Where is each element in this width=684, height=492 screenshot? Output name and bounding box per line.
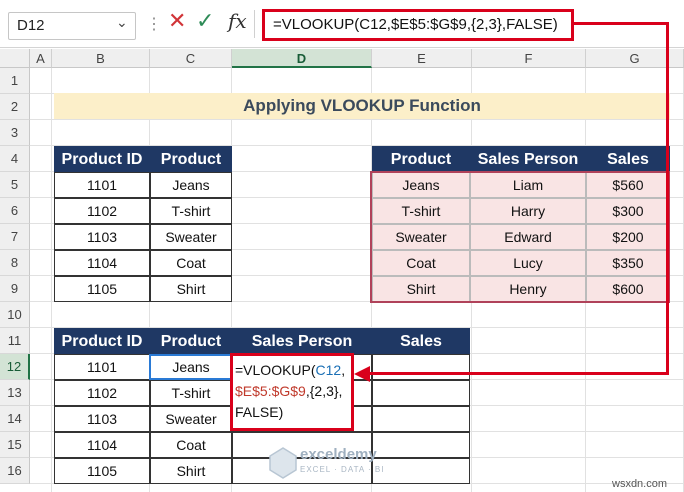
column-header-e[interactable]: E (372, 49, 472, 68)
row-header-10[interactable]: 10 (0, 302, 30, 328)
more-dots-icon: ⋮ (146, 16, 162, 33)
insert-function-icon[interactable]: fx (228, 9, 247, 33)
product-table-cell[interactable]: 1102 (54, 198, 150, 224)
row-header-13[interactable]: 13 (0, 380, 30, 406)
result-table-cell[interactable]: 1104 (54, 432, 150, 458)
row-header-3[interactable]: 3 (0, 120, 30, 146)
sales-lookup-table-header: Sales (586, 146, 670, 172)
result-table-cell[interactable]: 1102 (54, 380, 150, 406)
column-header-f[interactable]: F (472, 49, 586, 68)
enter-check-icon[interactable]: ✓ (196, 8, 214, 34)
product-table-header: Product ID (54, 146, 150, 172)
formula-input[interactable]: =VLOOKUP(C12,$E$5:$G$9,{2,3},FALSE) (262, 9, 574, 41)
arrow-line-top (574, 22, 669, 25)
result-table-header: Product ID (54, 328, 150, 354)
product-table-cell[interactable]: Jeans (150, 172, 232, 198)
product-table-cell[interactable]: 1104 (54, 250, 150, 276)
lookup-range-highlight (370, 171, 670, 303)
result-table-cell[interactable]: 1105 (54, 458, 150, 484)
product-table-cell[interactable]: 1103 (54, 224, 150, 250)
row-header-2[interactable]: 2 (0, 94, 30, 120)
logo-name: exceldemy (300, 446, 377, 463)
result-table-header: Product (150, 328, 232, 354)
formula-fn: =VLOOKUP( (235, 362, 316, 378)
result-table-cell[interactable]: T-shirt (150, 380, 232, 406)
result-table-cell[interactable] (372, 380, 470, 406)
row-header-6[interactable]: 6 (0, 198, 30, 224)
result-table-cell[interactable]: Sweater (150, 406, 232, 432)
select-all-corner[interactable] (0, 49, 30, 68)
logo-tagline: EXCEL · DATA · BI (300, 465, 385, 474)
cell-d12-formula[interactable]: =VLOOKUP(C12, $E$5:$G$9,{2,3}, FALSE) (230, 353, 354, 431)
product-table-cell[interactable]: 1105 (54, 276, 150, 302)
product-table-header: Product (150, 146, 232, 172)
arrow-line-bottom (370, 372, 669, 375)
result-table-header: Sales (372, 328, 470, 354)
row-header-9[interactable]: 9 (0, 276, 30, 302)
column-header-a[interactable]: A (30, 49, 52, 68)
product-table-cell[interactable]: T-shirt (150, 198, 232, 224)
result-table-cell[interactable]: 1103 (54, 406, 150, 432)
result-table-cell[interactable]: Shirt (150, 458, 232, 484)
product-table-cell[interactable]: 1101 (54, 172, 150, 198)
formula-ref-c12: C12 (315, 362, 342, 378)
product-table-cell[interactable]: Sweater (150, 224, 232, 250)
row-header-16[interactable]: 16 (0, 458, 30, 484)
formula-array: ,{2,3}, (305, 383, 343, 399)
formula-ref-range: $E$5:$G$9 (235, 383, 306, 399)
column-header-g[interactable]: G (586, 49, 684, 68)
chevron-down-icon[interactable]: ⌄ (116, 14, 128, 31)
product-table-cell[interactable]: Shirt (150, 276, 232, 302)
arrow-line-vertical (666, 23, 669, 374)
result-table-header: Sales Person (232, 328, 372, 354)
cancel-icon[interactable]: ✕ (168, 8, 186, 34)
result-table-cell[interactable]: Coat (150, 432, 232, 458)
row-header-8[interactable]: 8 (0, 250, 30, 276)
row-header-12[interactable]: 12 (0, 354, 30, 380)
row-header-15[interactable]: 15 (0, 432, 30, 458)
formula-false: FALSE) (235, 404, 284, 420)
row-header-5[interactable]: 5 (0, 172, 30, 198)
product-table-cell[interactable]: Coat (150, 250, 232, 276)
grid-line-h (30, 119, 684, 120)
column-header-b[interactable]: B (52, 49, 150, 68)
row-header-11[interactable]: 11 (0, 328, 30, 354)
divider (254, 10, 255, 38)
sheet-title: Applying VLOOKUP Function (54, 93, 670, 119)
column-header-c[interactable]: C (150, 49, 232, 68)
formula-comma: , (341, 362, 346, 378)
row-header-4[interactable]: 4 (0, 146, 30, 172)
grid-line-v (51, 68, 52, 492)
sales-lookup-table-header: Sales Person (470, 146, 586, 172)
result-table-cell[interactable] (372, 354, 470, 380)
result-table-cell[interactable]: 1101 (54, 354, 150, 380)
sales-lookup-table-header: Product (372, 146, 470, 172)
active-cell-c12[interactable] (149, 354, 232, 380)
site-watermark: wsxdn.com (612, 478, 668, 490)
column-header-d[interactable]: D (232, 49, 372, 68)
row-header-14[interactable]: 14 (0, 406, 30, 432)
row-header-1[interactable]: 1 (0, 68, 30, 94)
row-header-7[interactable]: 7 (0, 224, 30, 250)
arrow-head-icon (354, 366, 370, 382)
result-table-cell[interactable] (372, 406, 470, 432)
